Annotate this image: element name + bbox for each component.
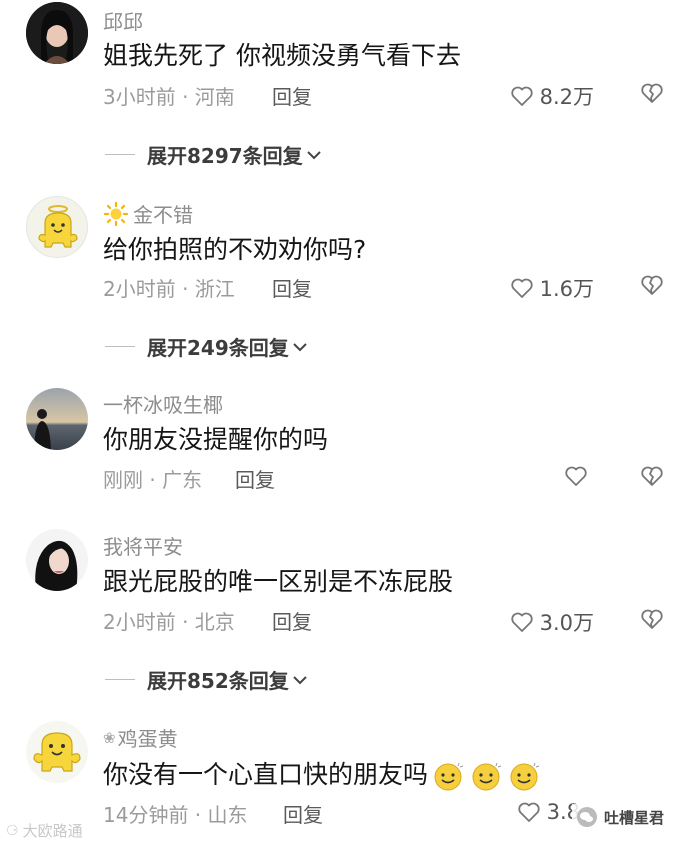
comment-meta: 2小时前 · 浙江 [103, 277, 235, 301]
broken-heart-icon [641, 275, 663, 295]
comment-text: 给你拍照的不劝劝你吗? [103, 235, 367, 264]
expand-replies-button[interactable]: 展开8297条回复 [105, 140, 323, 169]
dislike-button[interactable] [640, 274, 664, 300]
broken-heart-icon [641, 609, 663, 629]
divider [105, 346, 135, 347]
avatar[interactable] [26, 529, 88, 591]
like-button[interactable]: 1.6万 [510, 273, 594, 303]
chevron-down-icon [293, 675, 307, 684]
broken-heart-icon [641, 83, 663, 103]
expand-label: 展开8297条回复 [147, 144, 303, 168]
avatar[interactable] [26, 196, 88, 258]
comment-meta: 刚刚 · 广东 [103, 468, 203, 492]
reply-button[interactable]: 回复 [235, 464, 275, 493]
reply-button[interactable]: 回复 [272, 273, 312, 302]
reply-button[interactable]: 回复 [272, 606, 312, 635]
comment-text: 你朋友没提醒你的吗 [103, 425, 329, 454]
comment-text: 你没有一个心直口快的朋友吗 [103, 755, 540, 792]
divider [105, 679, 135, 680]
smile-emoji-icon [472, 762, 502, 791]
expand-replies-button[interactable]: 展开249条回复 [105, 332, 309, 361]
like-button[interactable]: 3.8 [517, 800, 580, 824]
username-prefix-icon: ❀ [103, 728, 116, 747]
comment-meta: 3小时前 · 河南 [103, 85, 235, 109]
heart-outline-icon [510, 86, 533, 106]
username-text: 鸡蛋黄 [117, 727, 178, 751]
like-button[interactable] [564, 465, 594, 487]
watermark-right-text: 吐槽星君 [604, 808, 665, 827]
expand-label: 展开852条回复 [147, 669, 289, 693]
weibo-icon: ⚆ [6, 822, 19, 839]
dislike-button[interactable] [640, 608, 664, 634]
broken-heart-icon [641, 466, 663, 486]
wechat-icon [577, 807, 597, 827]
smile-emoji-icon [434, 762, 464, 791]
smile-emoji-icon [510, 762, 540, 791]
expand-replies-button[interactable]: 展开852条回复 [105, 665, 309, 694]
like-count: 8.2万 [539, 85, 594, 109]
username[interactable]: 我将平安 [103, 531, 183, 560]
reply-button[interactable]: 回复 [283, 799, 323, 828]
divider [105, 154, 135, 155]
username[interactable]: ❀ 鸡蛋黄 [103, 723, 178, 752]
sun-icon [103, 201, 129, 226]
comment-text: 跟光屁股的唯一区别是不冻屁股 [103, 567, 454, 596]
heart-outline-icon [510, 612, 533, 632]
like-count: 1.6万 [539, 277, 594, 301]
emoji-row [432, 760, 540, 792]
avatar[interactable] [26, 2, 88, 64]
comment-text-content: 你没有一个心直口快的朋友吗 [103, 760, 429, 789]
chevron-down-icon [306, 150, 321, 159]
chevron-down-icon [293, 342, 307, 351]
comment-meta: 14分钟前 · 山东 [103, 803, 248, 827]
like-button[interactable]: 3.0万 [510, 607, 594, 637]
comment-meta: 2小时前 · 北京 [103, 610, 235, 634]
heart-outline-icon [517, 802, 540, 822]
dislike-button[interactable] [640, 82, 664, 108]
expand-label: 展开249条回复 [147, 336, 289, 360]
watermark-left-text: 大欧路通 [22, 822, 83, 840]
comment-text: 姐我先死了 你视频没勇气看下去 [103, 41, 461, 70]
username[interactable]: 一杯冰吸生椰 [103, 389, 223, 418]
watermark-right: 吐槽星君 [572, 804, 669, 830]
dislike-button[interactable] [640, 465, 664, 491]
like-button[interactable]: 8.2万 [510, 81, 594, 111]
username[interactable]: 邱邱 [103, 6, 143, 35]
username[interactable]: 金不错 [103, 199, 193, 228]
like-count: 3.0万 [539, 611, 594, 635]
watermark-left: ⚆ 大欧路通 [6, 820, 83, 841]
username-text: 金不错 [133, 203, 193, 227]
heart-outline-icon [510, 278, 533, 298]
avatar[interactable] [26, 721, 88, 783]
avatar[interactable] [26, 388, 88, 450]
reply-button[interactable]: 回复 [272, 81, 312, 110]
heart-outline-icon [565, 466, 587, 486]
